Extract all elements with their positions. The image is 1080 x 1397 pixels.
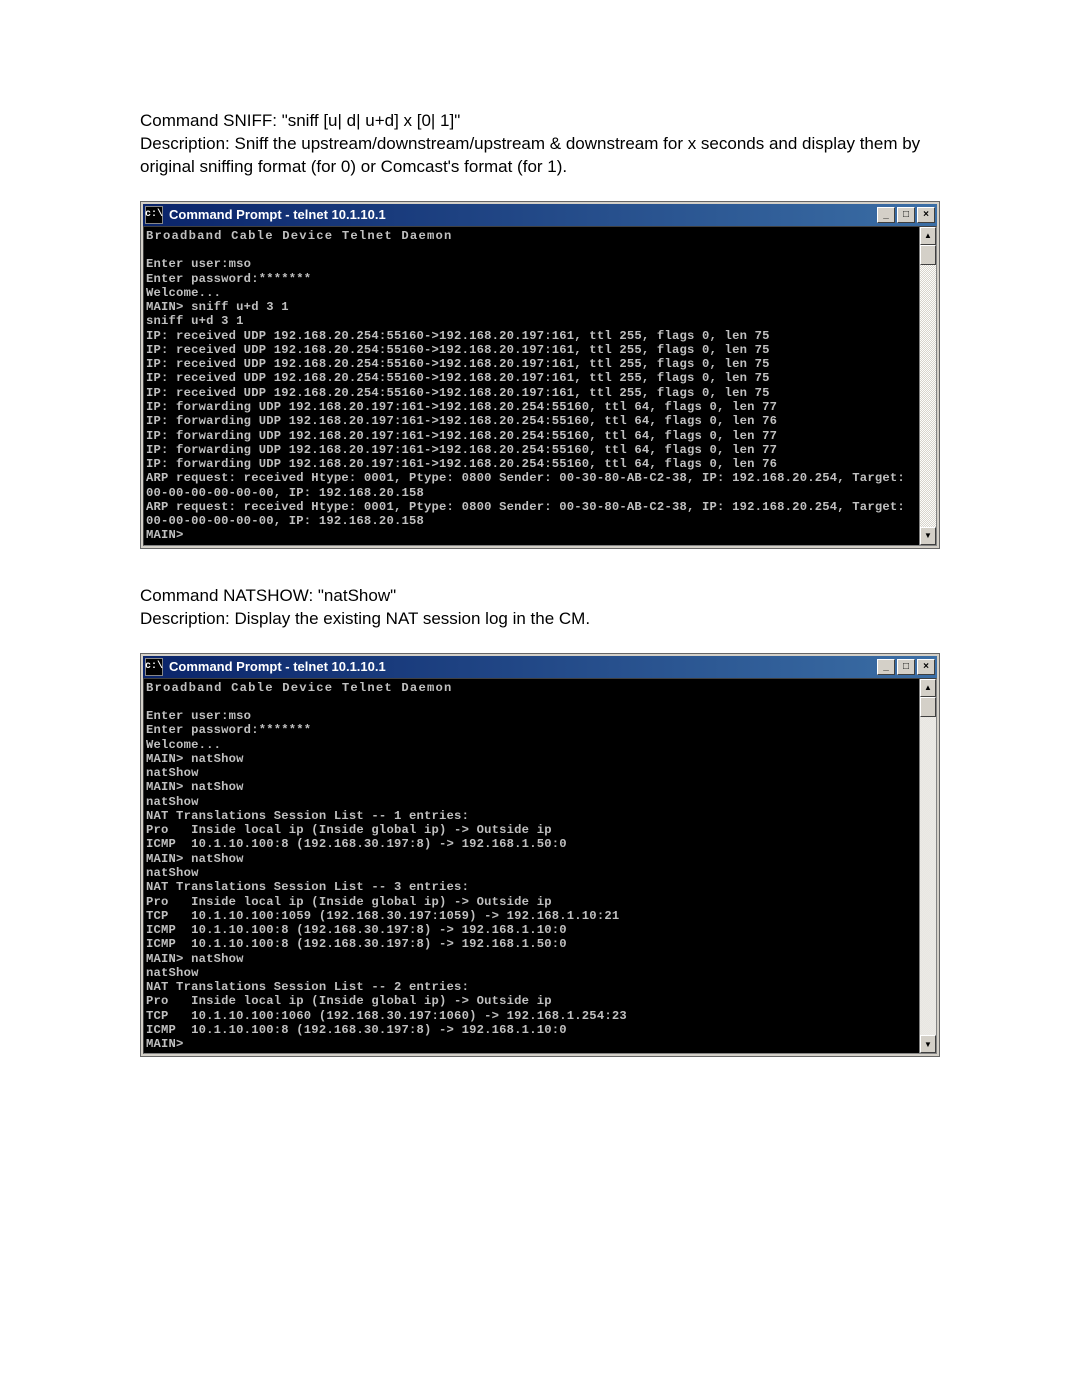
- natshow-description: Description: Display the existing NAT se…: [140, 608, 940, 631]
- scroll-up-icon[interactable]: ▲: [920, 679, 936, 697]
- window-title: Command Prompt - telnet 10.1.10.1: [169, 659, 877, 674]
- cmd-icon: c:\: [145, 206, 163, 224]
- terminal-output-sniff: Broadband Cable Device Telnet Daemon Ent…: [144, 227, 919, 545]
- sniff-command-line: Command SNIFF: "sniff [u| d| u+d] x [0| …: [140, 110, 940, 133]
- natshow-command-line: Command NATSHOW: "natShow": [140, 585, 940, 608]
- close-button[interactable]: ×: [917, 659, 935, 675]
- scroll-track[interactable]: [920, 717, 936, 1036]
- terminal-window-sniff: c:\ Command Prompt - telnet 10.1.10.1 _ …: [140, 201, 940, 549]
- terminal-output-natshow: Broadband Cable Device Telnet Daemon Ent…: [144, 679, 919, 1054]
- scroll-track[interactable]: [920, 265, 936, 527]
- minimize-button[interactable]: _: [877, 659, 895, 675]
- scrollbar[interactable]: ▲ ▼: [919, 227, 936, 545]
- maximize-button[interactable]: □: [897, 659, 915, 675]
- sniff-section-text: Command SNIFF: "sniff [u| d| u+d] x [0| …: [140, 110, 940, 179]
- terminal-window-natshow: c:\ Command Prompt - telnet 10.1.10.1 _ …: [140, 653, 940, 1058]
- scroll-up-icon[interactable]: ▲: [920, 227, 936, 245]
- cmd-icon: c:\: [145, 658, 163, 676]
- titlebar: c:\ Command Prompt - telnet 10.1.10.1 _ …: [143, 656, 937, 678]
- sniff-description: Description: Sniff the upstream/downstre…: [140, 133, 940, 179]
- scroll-thumb[interactable]: [920, 245, 936, 265]
- titlebar: c:\ Command Prompt - telnet 10.1.10.1 _ …: [143, 204, 937, 226]
- maximize-button[interactable]: □: [897, 207, 915, 223]
- scrollbar[interactable]: ▲ ▼: [919, 679, 936, 1054]
- scroll-thumb[interactable]: [920, 697, 936, 717]
- natshow-section-text: Command NATSHOW: "natShow" Description: …: [140, 585, 940, 631]
- scroll-down-icon[interactable]: ▼: [920, 1035, 936, 1053]
- scroll-down-icon[interactable]: ▼: [920, 527, 936, 545]
- close-button[interactable]: ×: [917, 207, 935, 223]
- minimize-button[interactable]: _: [877, 207, 895, 223]
- window-title: Command Prompt - telnet 10.1.10.1: [169, 207, 877, 222]
